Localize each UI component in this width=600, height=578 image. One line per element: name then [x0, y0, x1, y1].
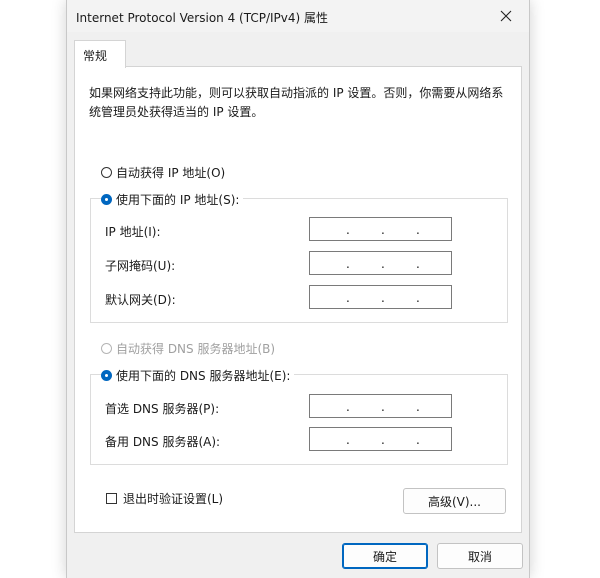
- preferred-dns-label: 首选 DNS 服务器(P):: [105, 402, 220, 416]
- radio-auto-dns[interactable]: 自动获得 DNS 服务器地址(B): [101, 340, 280, 357]
- tab-general[interactable]: 常规: [74, 40, 126, 68]
- alternate-dns-input[interactable]: . . .: [309, 427, 452, 451]
- dns-manual-group: [90, 374, 508, 465]
- default-gateway-label: 默认网关(D):: [105, 293, 176, 307]
- radio-manual-dns-circle[interactable]: [101, 370, 112, 381]
- ipv4-properties-dialog: Internet Protocol Version 4 (TCP/IPv4) 属…: [66, 0, 530, 578]
- radio-auto-ip[interactable]: 自动获得 IP 地址(O): [101, 164, 230, 181]
- radio-manual-ip-label: 使用下面的 IP 地址(S):: [116, 193, 240, 207]
- radio-auto-dns-label: 自动获得 DNS 服务器地址(B): [116, 342, 276, 356]
- alternate-dns-label: 备用 DNS 服务器(A):: [105, 435, 221, 449]
- radio-auto-ip-label: 自动获得 IP 地址(O): [116, 166, 226, 180]
- close-icon: [500, 10, 512, 22]
- ip-address-input[interactable]: . . .: [309, 217, 452, 241]
- preferred-dns-input[interactable]: . . .: [309, 394, 452, 418]
- radio-auto-ip-circle[interactable]: [101, 167, 112, 178]
- subnet-mask-input[interactable]: . . .: [309, 251, 452, 275]
- subnet-mask-label: 子网掩码(U):: [105, 259, 176, 273]
- ip-address-label: IP 地址(I):: [105, 225, 161, 239]
- tab-panel-general: 如果网络支持此功能，则可以获取自动指派的 IP 设置。否则，你需要从网络系统管理…: [74, 66, 522, 533]
- radio-manual-dns[interactable]: 使用下面的 DNS 服务器地址(E):: [101, 367, 295, 384]
- title-bar: Internet Protocol Version 4 (TCP/IPv4) 属…: [67, 0, 529, 32]
- close-button[interactable]: [483, 0, 529, 32]
- ok-button[interactable]: 确定: [342, 543, 428, 569]
- cancel-button[interactable]: 取消: [437, 543, 523, 569]
- radio-manual-ip[interactable]: 使用下面的 IP 地址(S):: [101, 191, 244, 208]
- window-title: Internet Protocol Version 4 (TCP/IPv4) 属…: [76, 11, 329, 25]
- validate-on-exit-checkbox[interactable]: 退出时验证设置(L): [106, 490, 223, 507]
- tab-general-label: 常规: [83, 49, 108, 63]
- advanced-button[interactable]: 高级(V)...: [403, 488, 506, 514]
- radio-auto-dns-circle[interactable]: [101, 343, 112, 354]
- default-gateway-input[interactable]: . . .: [309, 285, 452, 309]
- radio-manual-dns-label: 使用下面的 DNS 服务器地址(E):: [116, 369, 291, 383]
- validate-on-exit-box[interactable]: [106, 493, 117, 504]
- description-text: 如果网络支持此功能，则可以获取自动指派的 IP 设置。否则，你需要从网络系统管理…: [89, 86, 504, 119]
- radio-manual-ip-circle[interactable]: [101, 194, 112, 205]
- validate-on-exit-label: 退出时验证设置(L): [123, 492, 224, 506]
